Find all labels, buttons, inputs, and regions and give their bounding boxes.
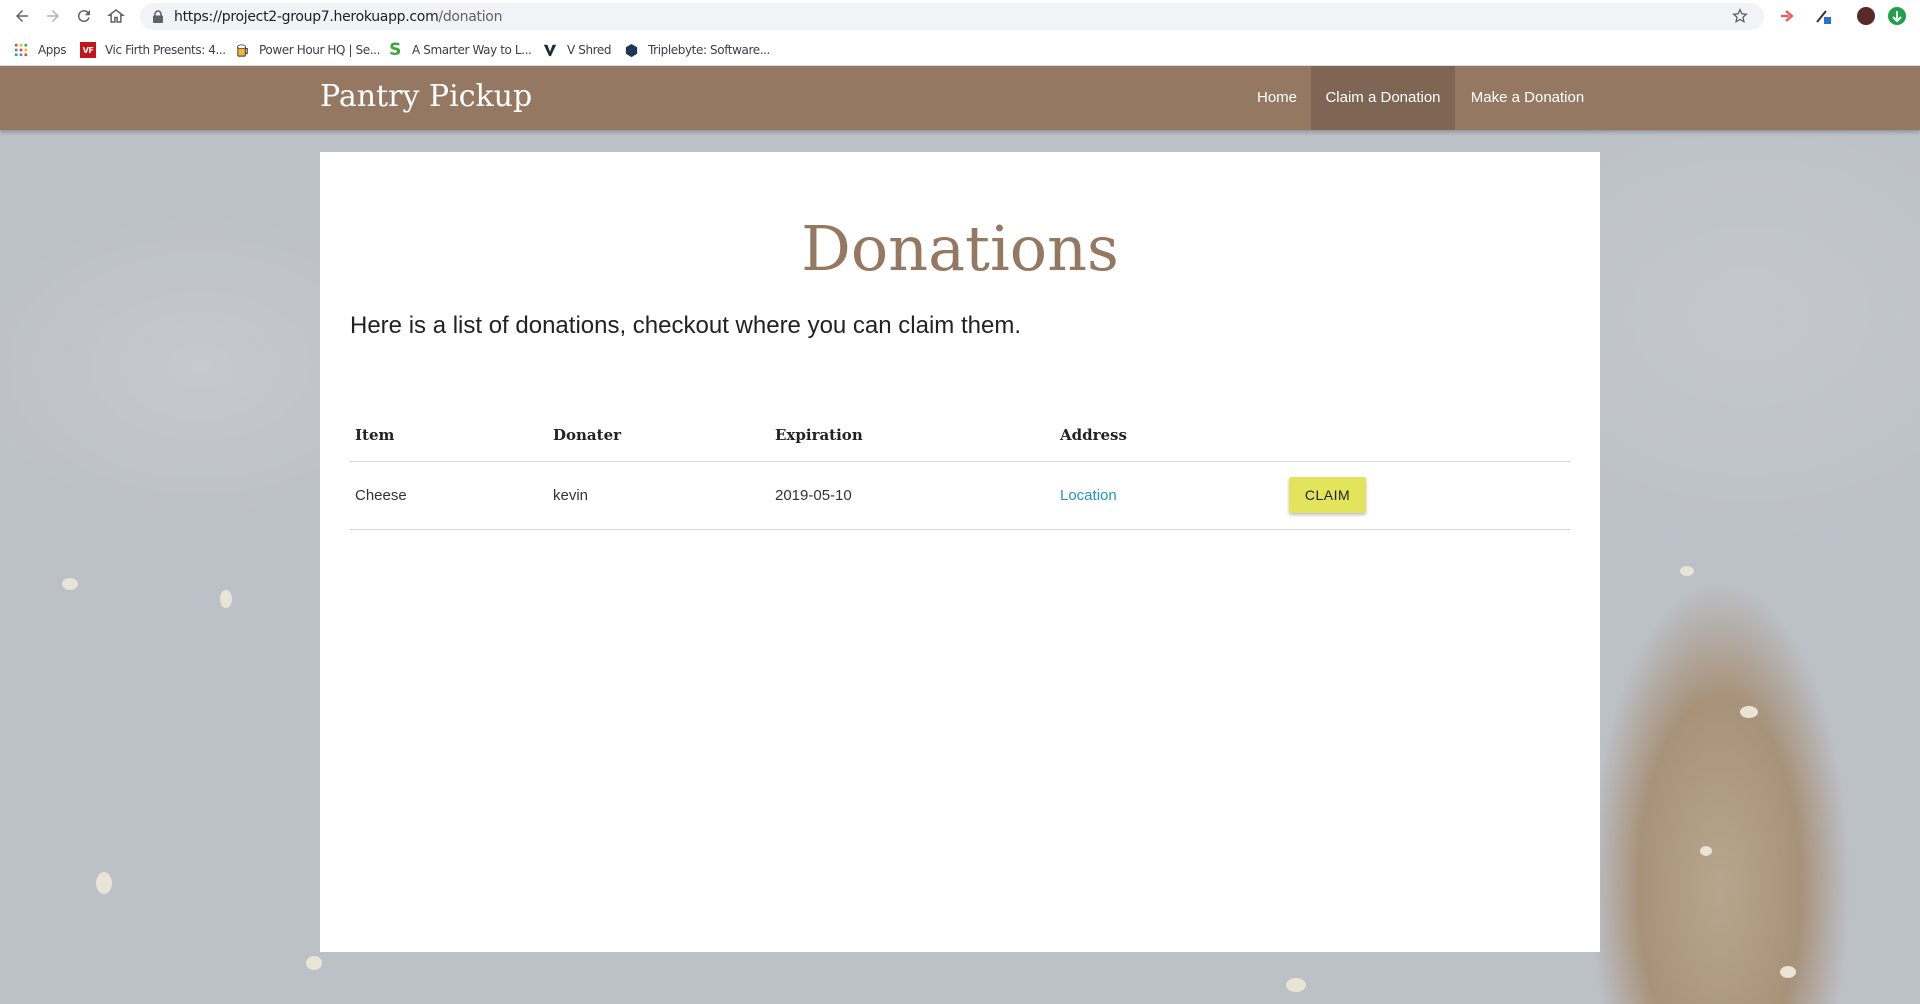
site-navbar: Pantry Pickup Home Claim a Donation Make… — [0, 66, 1920, 130]
claim-button[interactable]: CLAIM — [1289, 477, 1366, 513]
lock-icon — [152, 10, 164, 23]
page-viewport: Pantry Pickup Home Claim a Donation Make… — [0, 66, 1920, 1004]
extension-arrow-icon[interactable] — [1779, 7, 1797, 25]
triplebyte-icon — [623, 42, 639, 58]
brand-logo[interactable]: Pantry Pickup — [320, 79, 532, 114]
cell-item: Cheese — [355, 487, 407, 504]
table-row: Cheese kevin 2019-05-10 Location CLAIM — [350, 463, 1570, 530]
background-speck — [1780, 966, 1796, 978]
header-address: Address — [1060, 426, 1127, 444]
background-speck — [220, 590, 232, 608]
forward-arrow-icon[interactable] — [41, 4, 65, 28]
nav-home[interactable]: Home — [1243, 66, 1311, 130]
extension-update-icon[interactable] — [1888, 7, 1906, 25]
url-path: /donation — [438, 9, 503, 25]
nav-claim-donation[interactable]: Claim a Donation — [1311, 66, 1455, 130]
url-host: https://project2-group7.herokuapp.com — [174, 9, 439, 25]
background-speck — [96, 872, 112, 894]
bookmark-triplebyte[interactable]: Triplebyte: Software... — [623, 41, 770, 59]
extension-dropper-icon[interactable] — [1814, 7, 1832, 25]
browser-toolbar: https://project2-group7.herokuapp.com/do… — [0, 0, 1920, 33]
background-speck — [1740, 706, 1758, 718]
nav-make-donation[interactable]: Make a Donation — [1455, 66, 1600, 130]
bookmark-label: V Shred — [567, 43, 612, 57]
url-text: https://project2-group7.herokuapp.com/do… — [174, 9, 502, 25]
cell-expiration: 2019-05-10 — [775, 487, 852, 504]
bookmarks-bar: Apps VF Vic Firth Presents: 4... Power H… — [0, 33, 1920, 66]
header-donater: Donater — [553, 426, 622, 444]
apps-grid-icon — [13, 42, 29, 58]
address-bar[interactable]: https://project2-group7.herokuapp.com/do… — [140, 3, 1764, 30]
bookmark-vshred[interactable]: V Shred — [542, 41, 612, 59]
bookmark-apps[interactable]: Apps — [13, 41, 67, 59]
reload-icon[interactable] — [72, 4, 96, 28]
bookmark-label: Vic Firth Presents: 4... — [105, 43, 226, 57]
vic-firth-icon: VF — [80, 42, 96, 58]
back-arrow-icon[interactable] — [10, 4, 34, 28]
profile-avatar-icon[interactable] — [1857, 7, 1875, 25]
main-card: Donations Here is a list of donations, c… — [320, 152, 1600, 952]
background-speck — [62, 578, 78, 590]
bookmark-vic-firth[interactable]: VF Vic Firth Presents: 4... — [80, 41, 226, 59]
intro-text: Here is a list of donations, checkout wh… — [350, 312, 1021, 339]
cell-donater: kevin — [553, 487, 589, 504]
vshred-icon — [542, 42, 558, 58]
background-speck — [1680, 566, 1694, 576]
bookmark-label: A Smarter Way to L... — [412, 43, 532, 57]
bookmark-label: Power Hour HQ | Se... — [259, 43, 380, 57]
table-header-row: Item Donater Expiration Address — [350, 408, 1570, 462]
background-speck — [1700, 846, 1712, 856]
background-speck — [306, 956, 322, 970]
header-item: Item — [355, 426, 395, 444]
bookmark-power-hour[interactable]: Power Hour HQ | Se... — [234, 41, 380, 59]
location-link[interactable]: Location — [1060, 487, 1117, 504]
smarter-way-s-icon: S — [389, 40, 401, 60]
home-icon[interactable] — [104, 4, 128, 28]
bookmark-smarter-way[interactable]: S A Smarter Way to L... — [387, 40, 532, 60]
header-expiration: Expiration — [775, 426, 863, 444]
page-title: Donations — [801, 212, 1119, 285]
beer-mug-icon — [234, 42, 250, 58]
bookmark-star-icon[interactable] — [1732, 8, 1748, 24]
bookmark-label: Apps — [38, 43, 67, 57]
bookmark-label: Triplebyte: Software... — [648, 43, 770, 57]
background-speck — [1286, 978, 1306, 992]
